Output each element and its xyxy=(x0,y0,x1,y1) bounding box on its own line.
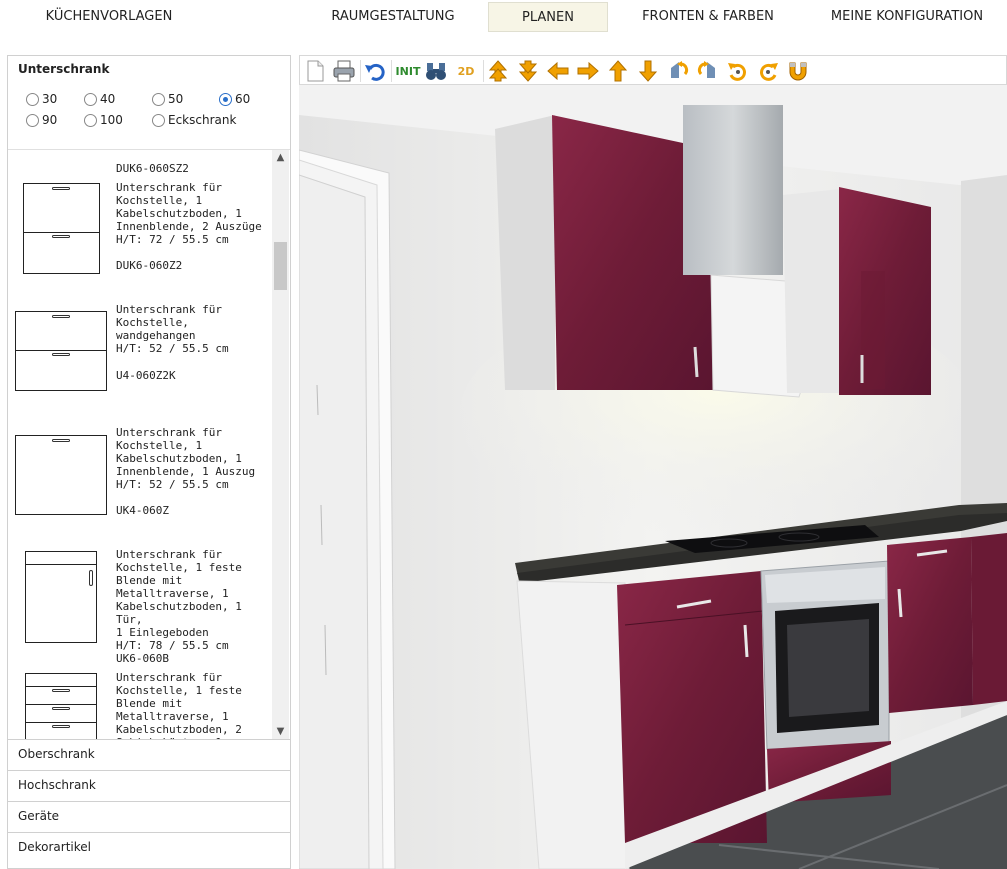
width-radio-60[interactable]: 60 xyxy=(219,92,250,106)
category-hochschrank[interactable]: Hochschrank xyxy=(8,770,290,801)
cabinet-list[interactable]: DUK6-060SZ2 Unterschrank für Kochstelle,… xyxy=(8,149,290,739)
width-radio-eckschrank[interactable]: Eckschrank xyxy=(152,113,236,127)
tab-meine-konfiguration[interactable]: MEINE KONFIGURATION xyxy=(808,2,1006,32)
init-button[interactable]: INIT xyxy=(394,59,422,83)
item-description: Unterschrank für Kochstelle, 1 Kabelschu… xyxy=(116,426,256,491)
tab-raumgestaltung[interactable]: RAUMGESTALTUNG xyxy=(318,2,468,32)
rotate-left-icon[interactable] xyxy=(726,59,750,83)
width-radio-30[interactable]: 30 xyxy=(26,92,57,106)
item-header-code: DUK6-060SZ2 xyxy=(116,162,189,175)
width-radio-40[interactable]: 40 xyxy=(84,92,115,106)
cabinet-thumbnail-one-drawer[interactable] xyxy=(15,435,107,515)
new-document-icon[interactable] xyxy=(303,59,327,83)
scroll-down-icon[interactable]: ▼ xyxy=(272,724,289,739)
print-icon[interactable] xyxy=(332,59,356,83)
item-code: UK6-060B xyxy=(116,652,169,665)
width-radio-50[interactable]: 50 xyxy=(152,92,183,106)
width-radio-100[interactable]: 100 xyxy=(84,113,123,127)
scroll-up-icon[interactable]: ▲ xyxy=(272,150,289,166)
cabinet-catalog-panel: Unterschrank 30 40 50 60 90 100 Eckschra… xyxy=(7,55,291,869)
list-scrollbar[interactable]: ▲ ▼ xyxy=(272,150,289,739)
width-radio-90[interactable]: 90 xyxy=(26,113,57,127)
cabinet-thumbnail-sliding-drawers[interactable] xyxy=(25,673,97,739)
flip-right-icon[interactable] xyxy=(696,59,720,83)
magnet-icon[interactable] xyxy=(786,59,810,83)
cabinet-thumbnail-door[interactable] xyxy=(25,551,97,643)
item-code: DUK6-060Z2 xyxy=(116,259,183,272)
kitchen-scene xyxy=(299,85,1007,869)
section-title: Unterschrank xyxy=(18,62,110,76)
tab-planen[interactable]: PLANEN xyxy=(488,2,608,32)
cabinet-thumbnail-two-drawers[interactable] xyxy=(23,183,100,274)
undo-icon[interactable] xyxy=(363,59,387,83)
top-navigation: KÜCHENVORLAGEN RAUMGESTALTUNG PLANEN FRO… xyxy=(0,0,1007,36)
scroll-thumb[interactable] xyxy=(274,242,287,290)
item-description: Unterschrank für Kochstelle, 1 feste Ble… xyxy=(116,548,242,652)
planner-toolbar: INIT 2D xyxy=(299,55,1007,85)
move-bottom-icon[interactable] xyxy=(516,59,540,83)
category-oberschrank[interactable]: Oberschrank xyxy=(8,739,290,770)
2d-view-button[interactable]: 2D xyxy=(453,59,479,83)
category-geraete[interactable]: Geräte xyxy=(8,801,290,832)
arrow-right-icon[interactable] xyxy=(576,59,600,83)
flip-left-icon[interactable] xyxy=(666,59,690,83)
item-code: UK4-060Z xyxy=(116,504,169,517)
tab-kuechenvorlagen[interactable]: KÜCHENVORLAGEN xyxy=(30,2,188,32)
item-description: Unterschrank für Kochstelle, 1 Kabelschu… xyxy=(116,181,262,246)
move-top-icon[interactable] xyxy=(486,59,510,83)
arrow-left-icon[interactable] xyxy=(546,59,570,83)
binoculars-icon[interactable] xyxy=(424,59,448,83)
arrow-up-icon[interactable] xyxy=(606,59,630,83)
item-code: U4-060Z2K xyxy=(116,369,176,382)
item-description: Unterschrank für Kochstelle, 1 feste Ble… xyxy=(116,671,242,739)
arrow-down-icon[interactable] xyxy=(636,59,660,83)
rotate-right-icon[interactable] xyxy=(756,59,780,83)
cabinet-thumbnail-wall-mounted[interactable] xyxy=(15,311,107,391)
tab-fronten-farben[interactable]: FRONTEN & FARBEN xyxy=(628,2,788,32)
category-dekorartikel[interactable]: Dekorartikel xyxy=(8,832,290,863)
item-description: Unterschrank für Kochstelle, wandgehange… xyxy=(116,303,229,355)
kitchen-3d-view[interactable] xyxy=(299,85,1007,869)
